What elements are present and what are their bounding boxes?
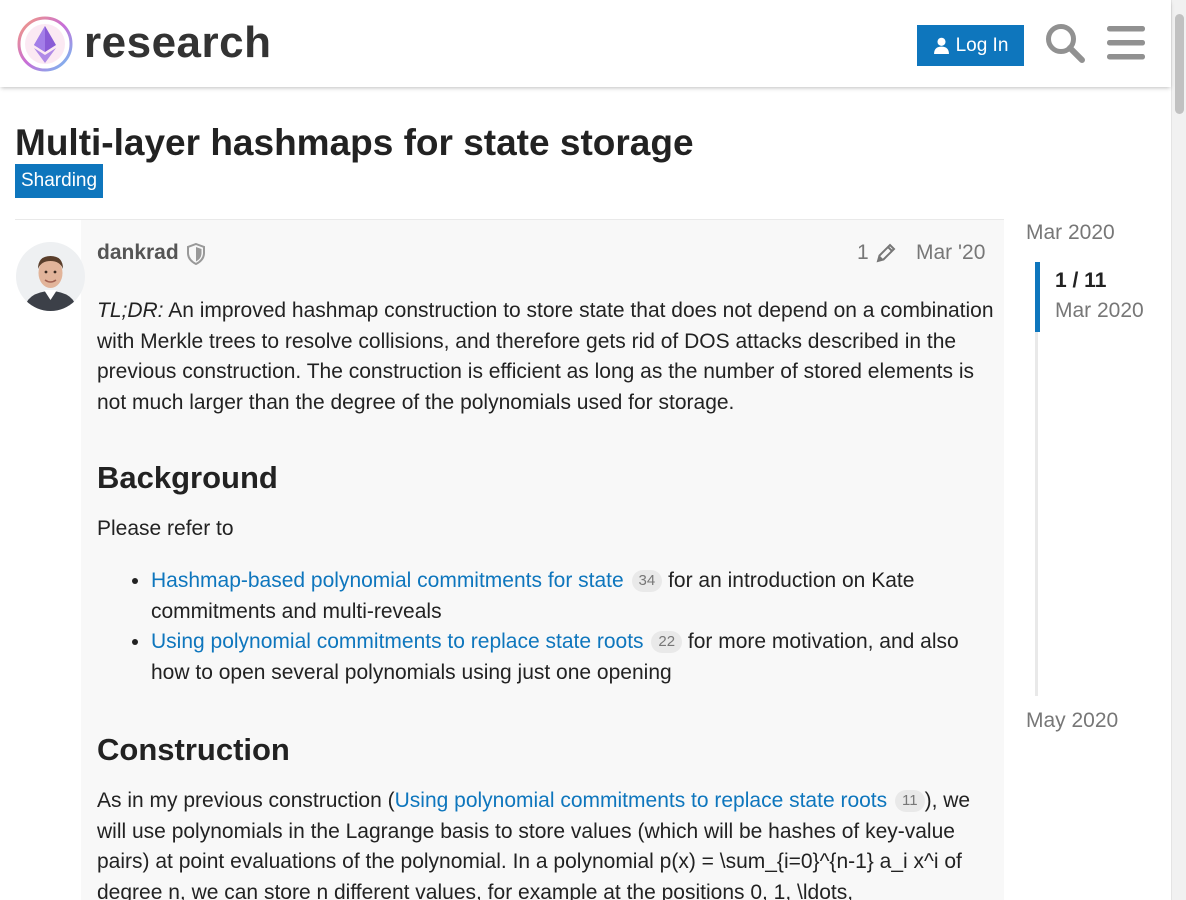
edit-count: 1 <box>857 241 869 264</box>
list-item: Hashmap-based polynomial commitments for… <box>151 566 997 627</box>
refer-text: Please refer to <box>97 517 234 540</box>
construction-text-before: As in my previous construction ( <box>97 789 395 812</box>
reference-link[interactable]: Hashmap-based polynomial commitments for… <box>151 569 624 592</box>
user-icon <box>933 37 949 54</box>
topic-title[interactable]: Multi-layer hashmaps for state storage <box>15 122 694 164</box>
list-item: Using polynomial commitments to replace … <box>151 627 997 688</box>
hamburger-menu-button[interactable] <box>1107 26 1145 60</box>
link-click-count: 22 <box>651 631 683 653</box>
timeline-position-date: Mar 2020 <box>1055 299 1144 322</box>
post-date[interactable]: Mar '20 <box>916 241 985 265</box>
construction-reference-link[interactable]: Using polynomial commitments to replace … <box>395 789 888 812</box>
timeline-handle[interactable] <box>1035 262 1040 332</box>
hamburger-icon <box>1107 26 1145 60</box>
search-icon <box>1046 24 1085 63</box>
search-button[interactable] <box>1044 22 1086 64</box>
timeline-position[interactable]: 1 / 11 <box>1055 269 1106 293</box>
page-scrollbar[interactable] <box>1171 0 1186 900</box>
ethresear-logo-icon <box>17 16 73 72</box>
edit-history-button[interactable]: 1 <box>857 241 897 265</box>
avatar[interactable] <box>16 242 85 311</box>
construction-heading: Construction <box>97 732 290 767</box>
reference-list: Hashmap-based polynomial commitments for… <box>151 566 997 688</box>
login-button[interactable]: Log In <box>917 25 1024 66</box>
category-badge[interactable]: Sharding <box>15 164 104 198</box>
site-header: research Log In <box>0 0 1171 87</box>
pencil-icon <box>876 243 896 263</box>
background-heading: Background <box>97 460 278 495</box>
timeline-end-date[interactable]: May 2020 <box>1026 709 1118 733</box>
link-click-count: 11 <box>895 790 925 812</box>
tldr-label: TL;DR: <box>97 299 164 322</box>
site-name: research <box>84 17 272 67</box>
avatar-image <box>16 242 85 311</box>
tldr-paragraph: TL;DR: An improved hashmap construction … <box>97 296 997 418</box>
reference-link[interactable]: Using polynomial commitments to replace … <box>151 630 644 653</box>
link-click-count: 34 <box>631 570 663 592</box>
tldr-text: An improved hashmap construction to stor… <box>97 299 994 414</box>
scrollbar-thumb[interactable] <box>1175 14 1184 114</box>
construction-paragraph: As in my previous construction (Using po… <box>97 786 977 900</box>
shield-icon <box>187 243 205 265</box>
post-author[interactable]: dankrad <box>97 241 179 265</box>
timeline-start-date[interactable]: Mar 2020 <box>1026 221 1115 245</box>
site-logo[interactable]: research <box>16 15 271 73</box>
login-button-label: Log In <box>955 34 1009 56</box>
